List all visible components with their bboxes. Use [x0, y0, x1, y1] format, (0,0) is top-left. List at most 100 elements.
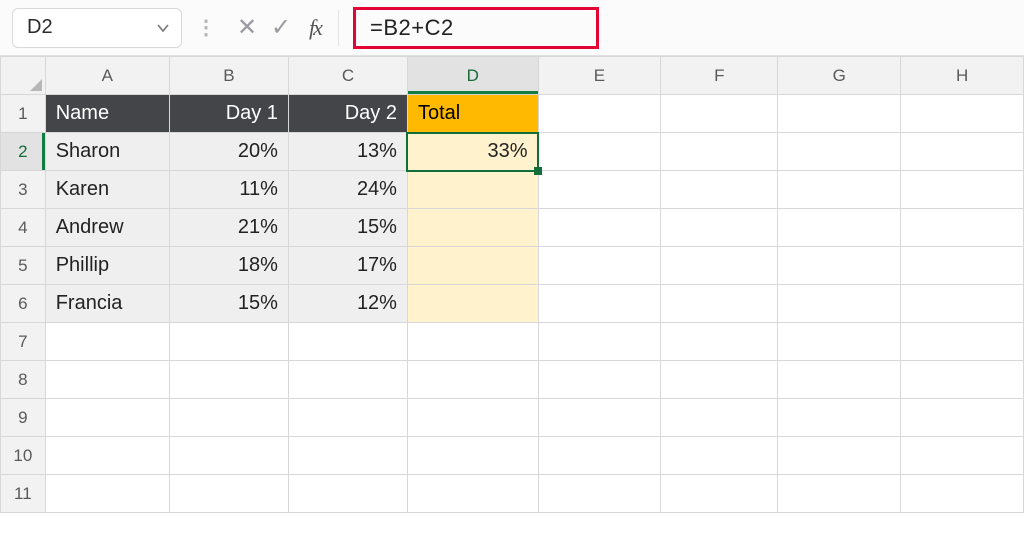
cell-B1[interactable]: Day 1: [169, 95, 288, 133]
name-box[interactable]: D2: [12, 8, 182, 48]
cell-C10[interactable]: [288, 437, 407, 475]
cell-H10[interactable]: [901, 437, 1024, 475]
cell-E9[interactable]: [538, 399, 661, 437]
cell-H6[interactable]: [901, 285, 1024, 323]
enter-button[interactable]: ✓: [264, 8, 298, 48]
cell-G10[interactable]: [778, 437, 901, 475]
cell-D10[interactable]: [407, 437, 538, 475]
cell-B8[interactable]: [169, 361, 288, 399]
cell-H2[interactable]: [901, 133, 1024, 171]
cell-E1[interactable]: [538, 95, 661, 133]
cell-H3[interactable]: [901, 171, 1024, 209]
cell-B3[interactable]: 11%: [169, 171, 288, 209]
cell-G5[interactable]: [778, 247, 901, 285]
cell-F5[interactable]: [661, 247, 778, 285]
cell-C4[interactable]: 15%: [288, 209, 407, 247]
cell-H9[interactable]: [901, 399, 1024, 437]
cell-D8[interactable]: [407, 361, 538, 399]
cell-B7[interactable]: [169, 323, 288, 361]
cell-A6[interactable]: Francia: [45, 285, 169, 323]
cell-E11[interactable]: [538, 475, 661, 513]
cell-A8[interactable]: [45, 361, 169, 399]
cell-B5[interactable]: 18%: [169, 247, 288, 285]
cell-B6[interactable]: 15%: [169, 285, 288, 323]
cell-A2[interactable]: Sharon: [45, 133, 169, 171]
cell-G11[interactable]: [778, 475, 901, 513]
cell-F6[interactable]: [661, 285, 778, 323]
column-header-A[interactable]: A: [45, 57, 169, 95]
row-header-10[interactable]: 10: [1, 437, 46, 475]
cell-G2[interactable]: [778, 133, 901, 171]
select-all-corner[interactable]: [1, 57, 46, 95]
cell-A9[interactable]: [45, 399, 169, 437]
row-header-6[interactable]: 6: [1, 285, 46, 323]
cell-A4[interactable]: Andrew: [45, 209, 169, 247]
cell-C1[interactable]: Day 2: [288, 95, 407, 133]
cell-E6[interactable]: [538, 285, 661, 323]
formula-input[interactable]: =B2+C2: [353, 7, 599, 49]
cell-F10[interactable]: [661, 437, 778, 475]
cell-G1[interactable]: [778, 95, 901, 133]
column-header-H[interactable]: H: [901, 57, 1024, 95]
cell-H7[interactable]: [901, 323, 1024, 361]
cell-B4[interactable]: 21%: [169, 209, 288, 247]
column-header-D[interactable]: D: [407, 57, 538, 95]
cell-E8[interactable]: [538, 361, 661, 399]
cell-E7[interactable]: [538, 323, 661, 361]
cell-D9[interactable]: [407, 399, 538, 437]
column-header-B[interactable]: B: [169, 57, 288, 95]
cell-H4[interactable]: [901, 209, 1024, 247]
column-header-C[interactable]: C: [288, 57, 407, 95]
cell-A5[interactable]: Phillip: [45, 247, 169, 285]
cell-C9[interactable]: [288, 399, 407, 437]
cell-F3[interactable]: [661, 171, 778, 209]
row-header-11[interactable]: 11: [1, 475, 46, 513]
cell-H11[interactable]: [901, 475, 1024, 513]
cancel-button[interactable]: ✕: [230, 8, 264, 48]
cell-G9[interactable]: [778, 399, 901, 437]
cell-C2[interactable]: 13%: [288, 133, 407, 171]
row-header-2[interactable]: 2: [1, 133, 46, 171]
cell-H1[interactable]: [901, 95, 1024, 133]
row-header-4[interactable]: 4: [1, 209, 46, 247]
cell-D7[interactable]: [407, 323, 538, 361]
column-header-F[interactable]: F: [661, 57, 778, 95]
cell-C6[interactable]: 12%: [288, 285, 407, 323]
cell-D3[interactable]: [407, 171, 538, 209]
row-header-5[interactable]: 5: [1, 247, 46, 285]
cell-D1[interactable]: Total: [407, 95, 538, 133]
cell-H5[interactable]: [901, 247, 1024, 285]
cell-B9[interactable]: [169, 399, 288, 437]
row-header-3[interactable]: 3: [1, 171, 46, 209]
cell-D5[interactable]: [407, 247, 538, 285]
cell-B2[interactable]: 20%: [169, 133, 288, 171]
insert-function-button[interactable]: fx: [298, 8, 332, 48]
cell-A1[interactable]: Name: [45, 95, 169, 133]
cell-D2[interactable]: 33%: [407, 133, 538, 171]
cell-D4[interactable]: [407, 209, 538, 247]
row-header-1[interactable]: 1: [1, 95, 46, 133]
cell-F8[interactable]: [661, 361, 778, 399]
cell-C3[interactable]: 24%: [288, 171, 407, 209]
chevron-down-icon[interactable]: [155, 20, 171, 36]
cell-E5[interactable]: [538, 247, 661, 285]
row-header-8[interactable]: 8: [1, 361, 46, 399]
cell-G6[interactable]: [778, 285, 901, 323]
cell-G8[interactable]: [778, 361, 901, 399]
column-header-E[interactable]: E: [538, 57, 661, 95]
cell-A11[interactable]: [45, 475, 169, 513]
cell-G3[interactable]: [778, 171, 901, 209]
cell-C7[interactable]: [288, 323, 407, 361]
cell-A3[interactable]: Karen: [45, 171, 169, 209]
cell-A7[interactable]: [45, 323, 169, 361]
cell-D11[interactable]: [407, 475, 538, 513]
cell-E10[interactable]: [538, 437, 661, 475]
cell-E3[interactable]: [538, 171, 661, 209]
cell-E2[interactable]: [538, 133, 661, 171]
cell-B10[interactable]: [169, 437, 288, 475]
cell-D6[interactable]: [407, 285, 538, 323]
row-header-9[interactable]: 9: [1, 399, 46, 437]
cell-F4[interactable]: [661, 209, 778, 247]
cell-E4[interactable]: [538, 209, 661, 247]
cell-F7[interactable]: [661, 323, 778, 361]
